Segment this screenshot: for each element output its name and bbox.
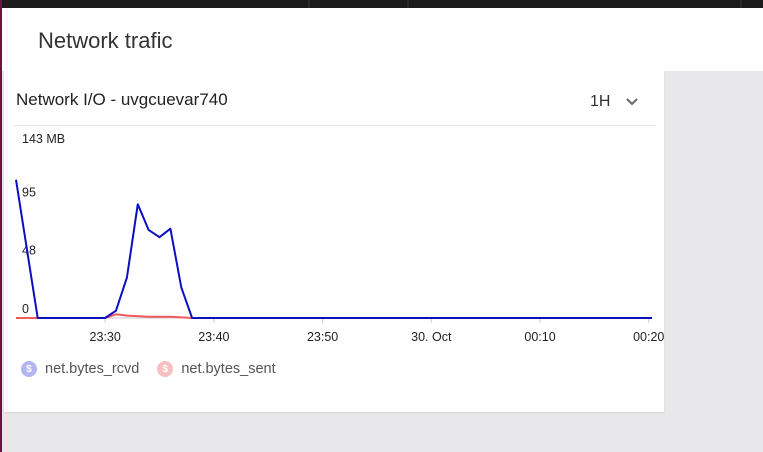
y-tick-label: 143 MB — [22, 132, 65, 146]
top-bar-divider — [740, 0, 742, 8]
x-tick-label: 00:10 — [524, 330, 555, 341]
top-bar — [0, 0, 763, 8]
dollar-icon: $ — [157, 361, 174, 377]
legend-label: net.bytes_sent — [181, 361, 276, 377]
network-io-chart: 0 48 95 143 MB 23:30 23:40 23:50 30. Oct 00:10 00… — [15, 132, 664, 341]
section-header: Network trafic — [2, 8, 763, 71]
legend-item[interactable]: $ net.bytes_sent — [157, 361, 276, 377]
x-tick-label: 23:30 — [90, 330, 121, 341]
x-tick-label: 23:40 — [198, 330, 229, 341]
y-tick-label: 48 — [22, 243, 36, 257]
dollar-icon: $ — [21, 361, 37, 377]
section-title: Network trafic — [38, 28, 173, 53]
top-bar-divider — [407, 0, 409, 8]
top-bar-divider — [308, 0, 310, 8]
network-io-widget: Network I/O - uvgcuevar740 1H 0 48 95 143 M… — [4, 71, 664, 412]
y-tick-label: 0 — [22, 302, 29, 316]
series-line — [15, 179, 652, 319]
x-tick-label: 00:20 — [633, 330, 664, 341]
legend-item[interactable]: $ net.bytes_rcvd — [21, 361, 139, 377]
series-net-bytes_rcvd — [15, 179, 653, 319]
chart-legend: $ net.bytes_rcvd $ net.bytes_sent — [21, 361, 294, 377]
y-tick-label: 95 — [22, 186, 36, 200]
x-tick-label: 23:50 — [307, 330, 338, 341]
x-tick-label: 30. Oct — [411, 330, 452, 341]
legend-label: net.bytes_rcvd — [45, 361, 140, 377]
